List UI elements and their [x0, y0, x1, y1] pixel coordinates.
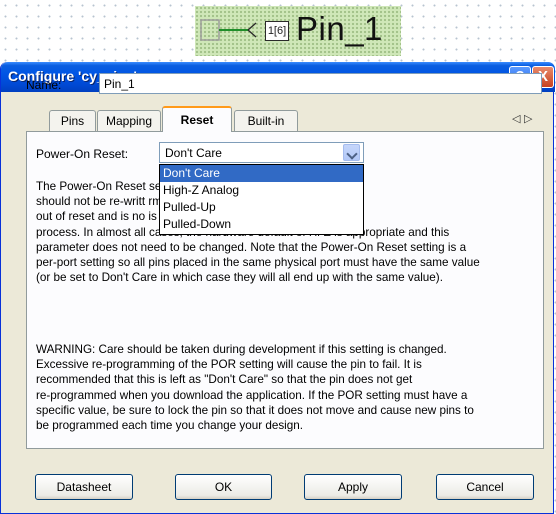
- warning-line: WARNING: Care should be taken during dev…: [36, 343, 447, 356]
- warning-line: be programmed each time you change your …: [36, 419, 304, 433]
- tab-reset[interactable]: Reset: [162, 106, 232, 132]
- cancel-button[interactable]: Cancel: [436, 474, 534, 500]
- apply-button[interactable]: Apply: [304, 474, 402, 500]
- power-on-reset-select[interactable]: Don't Care: [159, 142, 364, 163]
- ok-button[interactable]: OK: [175, 474, 272, 500]
- warning-line: re-programmed when you download the appl…: [36, 388, 468, 402]
- power-on-reset-value: Don't Care: [165, 146, 222, 160]
- pin-index-label: 1[6]: [265, 21, 289, 41]
- warning-line: recommended that this is left as "Don't …: [36, 373, 413, 387]
- description-line: per-port setting so all pins placed in t…: [36, 256, 480, 270]
- tab-pins[interactable]: Pins: [49, 110, 96, 132]
- option-pulled-down[interactable]: Pulled-Down: [160, 216, 363, 233]
- power-on-reset-label: Power-On Reset:: [36, 147, 129, 161]
- datasheet-button[interactable]: Datasheet: [35, 474, 133, 500]
- warning-line: Excessive re-programming of the POR sett…: [36, 358, 422, 372]
- option-pulled-up[interactable]: Pulled-Up: [160, 199, 363, 216]
- dropdown-arrow-icon[interactable]: [343, 144, 360, 161]
- description-line: parameter does not need to be changed. N…: [36, 240, 467, 254]
- pin-wire-icon: [200, 19, 257, 41]
- warning-line: specific value, be sure to lock the pin …: [36, 403, 474, 417]
- tab-built-in[interactable]: Built-in: [234, 110, 298, 132]
- tab-scroll-icon[interactable]: ◁ ▷: [512, 112, 532, 125]
- pin-name-label: Pin_1: [296, 10, 383, 47]
- power-on-reset-options: Don't Care High-Z Analog Pulled-Up Pulle…: [159, 164, 364, 235]
- reset-warning: WARNING: Care should be taken during dev…: [36, 342, 542, 433]
- option-dont-care[interactable]: Don't Care: [160, 165, 363, 182]
- option-high-z-analog[interactable]: High-Z Analog: [160, 182, 363, 199]
- description-line: (or be set to Don't Care in which case t…: [36, 271, 443, 285]
- name-field[interactable]: Pin_1: [99, 73, 542, 94]
- name-label: Name:: [26, 78, 62, 92]
- tab-mapping[interactable]: Mapping: [97, 110, 161, 132]
